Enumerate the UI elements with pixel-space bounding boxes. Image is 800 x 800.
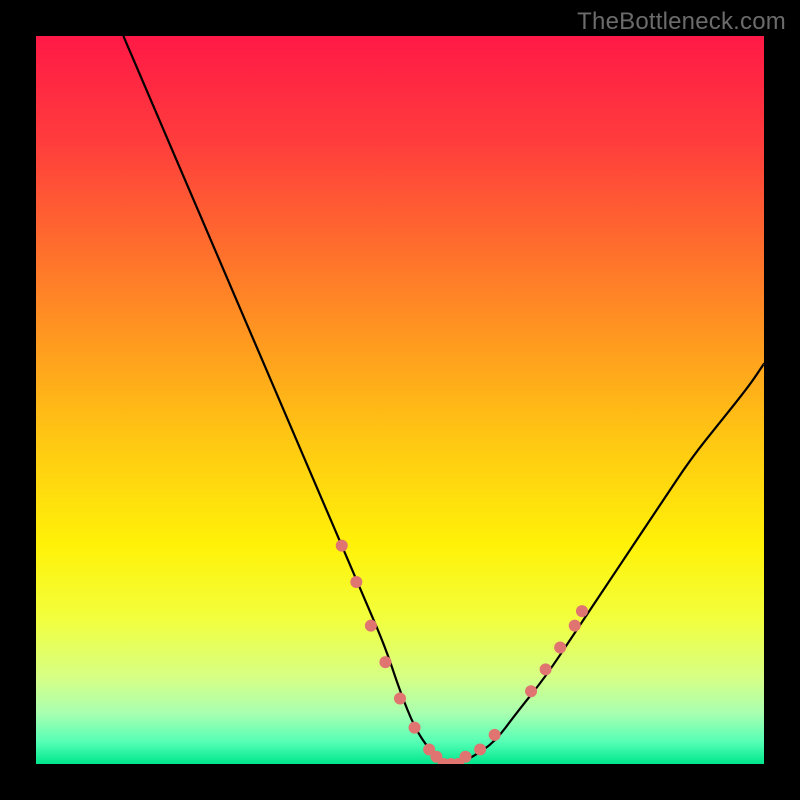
marker-dot [409, 722, 421, 734]
marker-dot [365, 620, 377, 632]
bottleneck-curve [123, 36, 764, 764]
marker-dot [489, 729, 501, 741]
marker-dot [460, 751, 472, 763]
marker-dot [379, 656, 391, 668]
marker-dot [336, 540, 348, 552]
marker-dot [525, 685, 537, 697]
marker-dot [394, 692, 406, 704]
marker-dot [540, 663, 552, 675]
marker-dot [569, 620, 581, 632]
chart-frame: TheBottleneck.com [0, 0, 800, 800]
marker-dot [576, 605, 588, 617]
marker-dot [350, 576, 362, 588]
plot-area [36, 36, 764, 764]
highlight-dots [336, 540, 588, 764]
curve-layer [36, 36, 764, 764]
marker-dot [474, 743, 486, 755]
marker-dot [554, 642, 566, 654]
watermark-text: TheBottleneck.com [577, 8, 786, 36]
